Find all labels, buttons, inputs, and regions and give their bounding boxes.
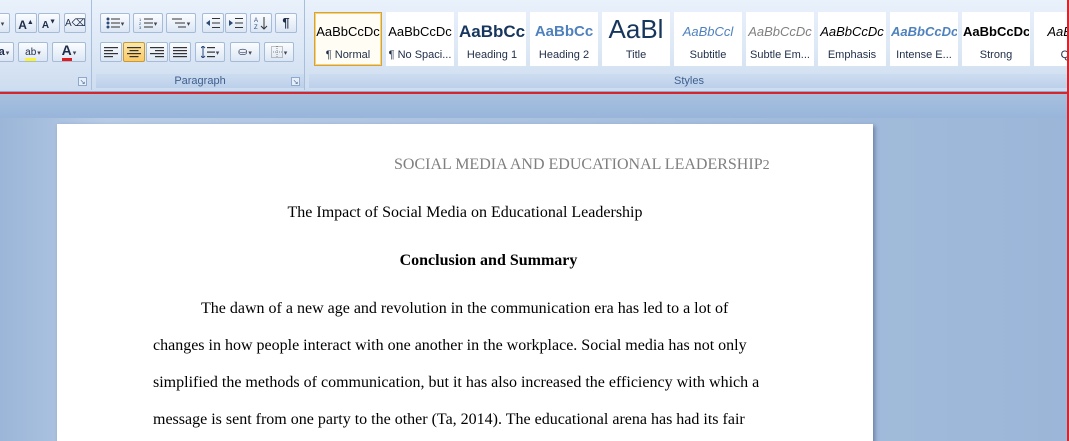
style-tile[interactable]: AaBbCcDc Strong [962, 12, 1030, 66]
numbering-icon: 123 [139, 17, 153, 30]
style-name: Intense E... [896, 49, 952, 61]
highlight-button[interactable]: ab▾ [18, 42, 48, 62]
eraser-icon: A⌫ [65, 18, 86, 29]
borders-button[interactable]: ▾ [264, 42, 294, 62]
style-tile[interactable]: AaBbCcl Subtitle [674, 12, 742, 66]
align-center-button[interactable] [123, 42, 145, 62]
paragraph-group: ▾ 1 2 3 ▾ ▾ AZ ¶ ▾ ⛀▾ ▾ Paragraph ↘ [96, 0, 305, 90]
style-preview: AaBbCcDc [316, 24, 380, 39]
page-number: 2 [762, 158, 770, 173]
sort-button[interactable]: AZ [250, 13, 272, 33]
highlighter-icon: ab [25, 47, 37, 61]
ruler-area [0, 94, 1067, 118]
align-left-icon [104, 47, 118, 58]
running-head-text: SOCIAL MEDIA AND EDUCATIONAL LEADERSHIP [394, 156, 763, 173]
paragraph-dialog-launcher[interactable]: ↘ [291, 77, 300, 86]
increase-indent-button[interactable] [225, 13, 247, 33]
paint-bucket-icon: ⛀ [238, 46, 248, 58]
shrink-font-button[interactable]: A▼ [38, 13, 60, 33]
style-tile[interactable]: AaBbCc Heading 1 [458, 12, 526, 66]
document-title[interactable]: The Impact of Social Media on Educationa… [0, 204, 1007, 222]
style-name: ¶ Normal [325, 49, 371, 61]
svg-text:A: A [254, 18, 258, 24]
font-group: ▾ A▲ A▼ A⌫ a▾ ab▾ A▾ ↘ [0, 0, 92, 90]
style-preview: AaBbCc [459, 22, 526, 41]
body-line[interactable]: message is sent from one party to the ot… [153, 411, 745, 429]
style-name: Subtitle [689, 49, 727, 61]
bullets-button[interactable]: ▾ [100, 13, 130, 33]
style-tile[interactable]: AaBbCcDc ¶ No Spaci... [386, 12, 454, 66]
ribbon: ▾ A▲ A▼ A⌫ a▾ ab▾ A▾ ↘ ▾ 123▾ ▾ [0, 0, 1069, 92]
shading-button[interactable]: ⛀▾ [230, 42, 260, 62]
grow-font-icon: A▲ [18, 18, 34, 32]
pilcrow-icon: ¶ [282, 15, 290, 30]
body-line[interactable]: changes in how people interact with one … [153, 337, 747, 355]
font-dialog-launcher[interactable]: ↘ [78, 77, 87, 86]
multilevel-list-icon [171, 18, 186, 28]
style-preview: AaBbCcDc [963, 24, 1030, 39]
align-center-icon [127, 47, 141, 58]
document-page[interactable]: SOCIAL MEDIA AND EDUCATIONAL LEADERSHIP2… [57, 124, 873, 441]
section-heading[interactable]: Conclusion and Summary [57, 252, 920, 270]
grow-font-button[interactable]: A▲ [15, 13, 37, 33]
style-tile[interactable]: AaBbCcDc Emphasis [818, 12, 886, 66]
style-preview: AaBbCcl [682, 24, 734, 39]
body-line[interactable]: simplified the methods of communication,… [153, 374, 759, 392]
style-tile[interactable]: AaBbC Qu [1034, 12, 1069, 66]
style-name: Strong [979, 49, 1013, 61]
font-format-dropdown[interactable]: a▾ [0, 42, 14, 62]
svg-text:3: 3 [139, 25, 142, 29]
body-line[interactable]: The dawn of a new age and revolution in … [201, 300, 728, 318]
align-right-button[interactable] [146, 42, 168, 62]
align-left-button[interactable] [100, 42, 122, 62]
show-formatting-marks-button[interactable]: ¶ [275, 13, 297, 33]
align-right-icon [150, 47, 164, 58]
style-tile[interactable]: AaBbCcDc ¶ Normal [314, 12, 382, 66]
increase-indent-icon [229, 18, 243, 29]
borders-icon [270, 46, 283, 59]
shrink-font-icon: A▼ [41, 19, 57, 32]
style-name: Heading 2 [538, 49, 590, 61]
sort-icon: AZ [254, 17, 268, 31]
bullets-icon [106, 17, 120, 29]
style-preview: AaBbCcDc [891, 24, 958, 39]
style-preview: AaBbCcDc [388, 24, 452, 39]
numbering-button[interactable]: 1 2 3 ▾ [133, 13, 163, 33]
clear-formatting-button[interactable]: A⌫ [64, 13, 86, 33]
justify-button[interactable] [169, 42, 191, 62]
styles-group-label: Styles [309, 74, 1069, 88]
style-name: ¶ No Spaci... [388, 49, 452, 61]
line-spacing-button[interactable]: ▾ [195, 42, 225, 62]
style-tile[interactable]: AaBbCcDc Intense E... [890, 12, 958, 66]
styles-group: AaBbCcDc ¶ Normal AaBbCcDc ¶ No Spaci... AaB… [309, 0, 1069, 90]
style-preview: AaBbCcDc [820, 24, 884, 39]
line-spacing-icon [200, 45, 215, 59]
style-name: Heading 1 [466, 49, 518, 61]
style-name: Subtle Em... [750, 49, 810, 61]
justify-icon [173, 47, 187, 58]
svg-text:Z: Z [254, 25, 258, 30]
style-name: Qu [1060, 49, 1069, 61]
style-preview: AaBl [608, 14, 664, 44]
style-preview: AaBbCc [534, 23, 594, 40]
paragraph-group-label: Paragraph [96, 74, 304, 88]
running-head: SOCIAL MEDIA AND EDUCATIONAL LEADERSHIP2 [394, 156, 770, 174]
decrease-indent-button[interactable] [202, 13, 224, 33]
style-tile[interactable]: AaBl Title [602, 12, 670, 66]
style-preview: AaBbCcDc [748, 24, 812, 39]
font-color-button[interactable]: A▾ [52, 42, 86, 62]
style-preview: AaBbC [1047, 24, 1069, 39]
style-name: Emphasis [827, 49, 877, 61]
decrease-indent-icon [206, 18, 220, 29]
font-size-dropdown[interactable]: ▾ [0, 13, 10, 33]
multilevel-list-button[interactable]: ▾ [166, 13, 196, 33]
partial-font-label: a [0, 46, 5, 58]
style-tile[interactable]: AaBbCc Heading 2 [530, 12, 598, 66]
style-name: Title [625, 49, 647, 61]
font-color-icon: A [61, 43, 72, 61]
style-tile[interactable]: AaBbCcDc Subtle Em... [746, 12, 814, 66]
